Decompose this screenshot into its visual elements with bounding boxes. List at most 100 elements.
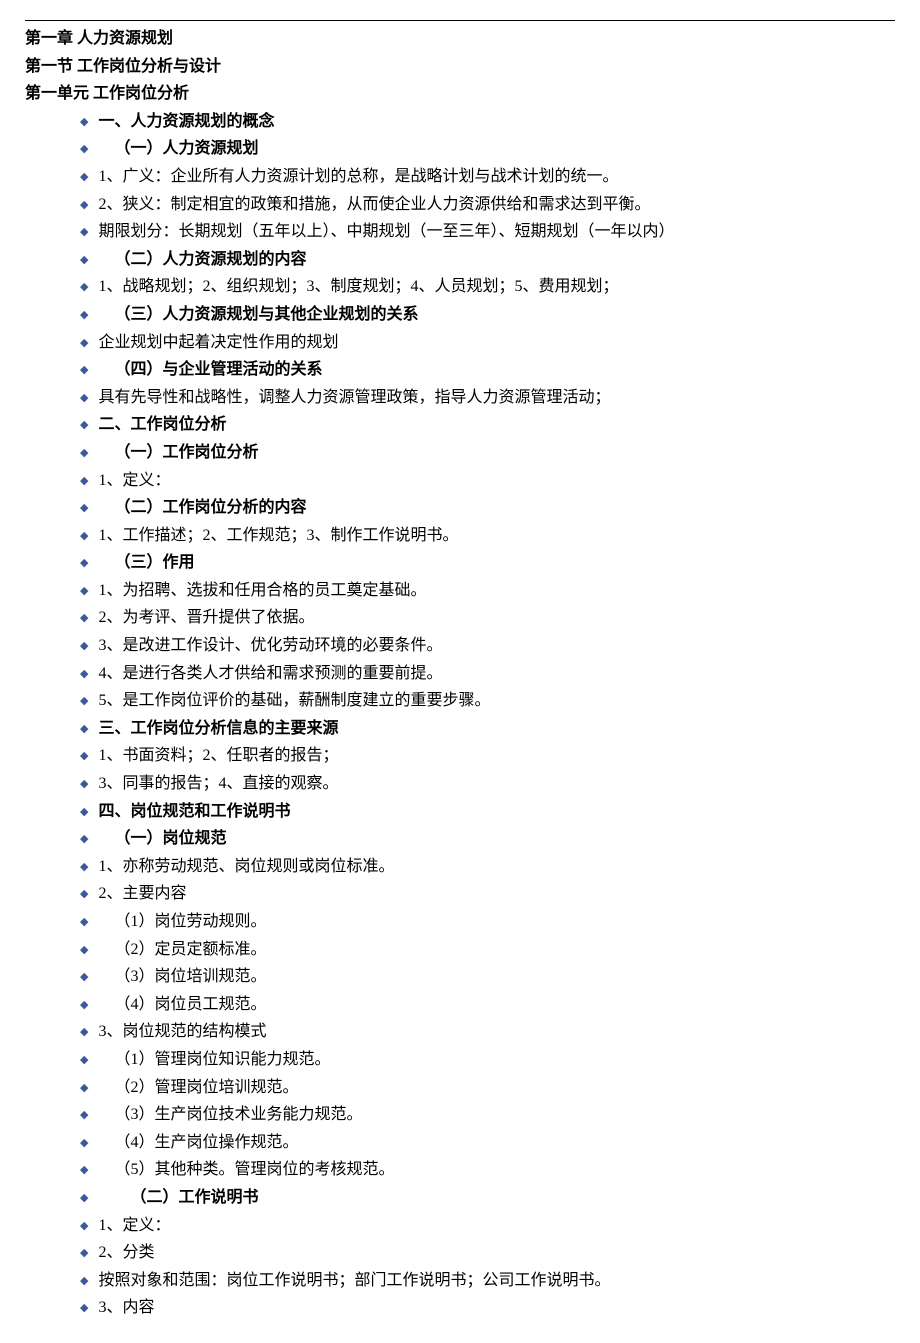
list-item: ◆ （一）岗位规范 bbox=[25, 826, 895, 852]
list-item: ◆ （三）人力资源规划与其他企业规划的关系 bbox=[25, 302, 895, 328]
list-item-text: 5、是工作岗位评价的基础，薪酬制度建立的重要步骤。 bbox=[98, 688, 895, 714]
list-item: ◆ （1）岗位劳动规则。 bbox=[25, 909, 895, 935]
diamond-bullet-icon: ◆ bbox=[80, 390, 88, 408]
diamond-bullet-icon: ◆ bbox=[80, 1135, 88, 1153]
list-item-text: 1、亦称劳动规范、岗位规则或岗位标准。 bbox=[98, 854, 895, 880]
list-item-text: （3）生产岗位技术业务能力规范。 bbox=[98, 1102, 895, 1128]
diamond-bullet-icon: ◆ bbox=[80, 528, 88, 546]
diamond-bullet-icon: ◆ bbox=[80, 1162, 88, 1180]
list-item-text: （一）人力资源规划 bbox=[98, 136, 895, 162]
list-item: ◆1、亦称劳动规范、岗位规则或岗位标准。 bbox=[25, 854, 895, 880]
diamond-bullet-icon: ◆ bbox=[80, 804, 88, 822]
chapter-heading: 第一章 人力资源规划 bbox=[25, 26, 895, 52]
list-item: ◆2、狭义：制定相宜的政策和措施，从而使企业人力资源供给和需求达到平衡。 bbox=[25, 192, 895, 218]
diamond-bullet-icon: ◆ bbox=[80, 748, 88, 766]
diamond-bullet-icon: ◆ bbox=[80, 473, 88, 491]
diamond-bullet-icon: ◆ bbox=[80, 638, 88, 656]
diamond-bullet-icon: ◆ bbox=[80, 1052, 88, 1070]
list-item-text: 一、人力资源规划的概念 bbox=[98, 109, 895, 135]
list-item-text: （三）人力资源规划与其他企业规划的关系 bbox=[98, 302, 895, 328]
list-item: ◆3、同事的报告；4、直接的观察。 bbox=[25, 771, 895, 797]
list-item: ◆ 3、岗位规范的结构模式 bbox=[25, 1019, 895, 1045]
list-item: ◆二、工作岗位分析 bbox=[25, 412, 895, 438]
list-item: ◆ 具有先导性和战略性，调整人力资源管理政策，指导人力资源管理活动； bbox=[25, 385, 895, 411]
list-item: ◆ （四）与企业管理活动的关系 bbox=[25, 357, 895, 383]
list-item-text: （一）工作岗位分析 bbox=[98, 440, 895, 466]
list-item: ◆ （5）其他种类。管理岗位的考核规范。 bbox=[25, 1157, 895, 1183]
list-item-text: 1、定义： bbox=[98, 468, 895, 494]
list-item: ◆ 2、主要内容 bbox=[25, 881, 895, 907]
diamond-bullet-icon: ◆ bbox=[80, 224, 88, 242]
list-item: ◆3、内容 bbox=[25, 1295, 895, 1321]
list-item: ◆三、工作岗位分析信息的主要来源 bbox=[25, 716, 895, 742]
list-item: ◆期限划分：长期规划（五年以上）、中期规划（一至三年）、短期规划（一年以内） bbox=[25, 219, 895, 245]
diamond-bullet-icon: ◆ bbox=[80, 1080, 88, 1098]
list-item-text: 2、主要内容 bbox=[98, 881, 895, 907]
list-item-text: （二）工作岗位分析的内容 bbox=[98, 495, 895, 521]
diamond-bullet-icon: ◆ bbox=[80, 693, 88, 711]
diamond-bullet-icon: ◆ bbox=[80, 307, 88, 325]
diamond-bullet-icon: ◆ bbox=[80, 141, 88, 159]
diamond-bullet-icon: ◆ bbox=[80, 1024, 88, 1042]
diamond-bullet-icon: ◆ bbox=[80, 914, 88, 932]
diamond-bullet-icon: ◆ bbox=[80, 1107, 88, 1125]
list-item: ◆ （一）工作岗位分析 bbox=[25, 440, 895, 466]
list-item: ◆1、工作描述；2、工作规范；3、制作工作说明书。 bbox=[25, 523, 895, 549]
diamond-bullet-icon: ◆ bbox=[80, 942, 88, 960]
diamond-bullet-icon: ◆ bbox=[80, 445, 88, 463]
list-item: ◆1、为招聘、选拔和任用合格的员工奠定基础。 bbox=[25, 578, 895, 604]
list-item-text: 二、工作岗位分析 bbox=[98, 412, 895, 438]
list-item: ◆ 2、分类 bbox=[25, 1240, 895, 1266]
list-item: ◆ （3）生产岗位技术业务能力规范。 bbox=[25, 1102, 895, 1128]
list-item: ◆ 1、战略规划；2、组织规划；3、制度规划；4、人员规划；5、费用规划； bbox=[25, 274, 895, 300]
list-item-text: （二）人力资源规划的内容 bbox=[98, 247, 895, 273]
diamond-bullet-icon: ◆ bbox=[80, 279, 88, 297]
diamond-bullet-icon: ◆ bbox=[80, 610, 88, 628]
list-item-text: （一）岗位规范 bbox=[98, 826, 895, 852]
diamond-bullet-icon: ◆ bbox=[80, 1245, 88, 1263]
list-item-text: 1、书面资料；2、任职者的报告； bbox=[98, 743, 895, 769]
list-item: ◆企业规划中起着决定性作用的规划 bbox=[25, 330, 895, 356]
list-item-text: （4）生产岗位操作规范。 bbox=[98, 1130, 895, 1156]
unit-heading: 第一单元 工作岗位分析 bbox=[25, 81, 895, 107]
list-item-text: 3、是改进工作设计、优化劳动环境的必要条件。 bbox=[98, 633, 895, 659]
content-list: ◆一、人力资源规划的概念◆ （一）人力资源规划◆1、广义：企业所有人力资源计划的… bbox=[25, 109, 895, 1321]
list-item: ◆ 5、是工作岗位评价的基础，薪酬制度建立的重要步骤。 bbox=[25, 688, 895, 714]
section-heading: 第一节 工作岗位分析与设计 bbox=[25, 54, 895, 80]
diamond-bullet-icon: ◆ bbox=[80, 114, 88, 132]
diamond-bullet-icon: ◆ bbox=[80, 776, 88, 794]
list-item: ◆ （一）人力资源规划 bbox=[25, 136, 895, 162]
list-item-text: （4）岗位员工规范。 bbox=[98, 992, 895, 1018]
list-item-text: 1、广义：企业所有人力资源计划的总称，是战略计划与战术计划的统一。 bbox=[98, 164, 895, 190]
list-item: ◆ （4）岗位员工规范。 bbox=[25, 992, 895, 1018]
list-item: ◆ 1、定义： bbox=[25, 1213, 895, 1239]
list-item: ◆ 一、人力资源规划的概念 bbox=[25, 109, 895, 135]
diamond-bullet-icon: ◆ bbox=[80, 362, 88, 380]
list-item-text: 4、是进行各类人才供给和需求预测的重要前提。 bbox=[98, 661, 895, 687]
diamond-bullet-icon: ◆ bbox=[80, 886, 88, 904]
diamond-bullet-icon: ◆ bbox=[80, 1273, 88, 1291]
list-item: ◆ （二）工作岗位分析的内容 bbox=[25, 495, 895, 521]
diamond-bullet-icon: ◆ bbox=[80, 335, 88, 353]
list-item-text: （三）作用 bbox=[98, 550, 895, 576]
list-item: ◆四、岗位规范和工作说明书 bbox=[25, 799, 895, 825]
list-item: ◆ 2、为考评、晋升提供了依据。 bbox=[25, 605, 895, 631]
diamond-bullet-icon: ◆ bbox=[80, 252, 88, 270]
list-item-text: 2、分类 bbox=[98, 1240, 895, 1266]
diamond-bullet-icon: ◆ bbox=[80, 555, 88, 573]
diamond-bullet-icon: ◆ bbox=[80, 1218, 88, 1236]
diamond-bullet-icon: ◆ bbox=[80, 721, 88, 739]
list-item: ◆ 1、定义： bbox=[25, 468, 895, 494]
list-item-text: （1）岗位劳动规则。 bbox=[98, 909, 895, 935]
list-item-text: 1、战略规划；2、组织规划；3、制度规划；4、人员规划；5、费用规划； bbox=[98, 274, 895, 300]
list-item-text: 1、定义： bbox=[98, 1213, 895, 1239]
list-item-text: 3、内容 bbox=[98, 1295, 895, 1321]
list-item-text: 2、狭义：制定相宜的政策和措施，从而使企业人力资源供给和需求达到平衡。 bbox=[98, 192, 895, 218]
list-item-text: 具有先导性和战略性，调整人力资源管理政策，指导人力资源管理活动； bbox=[98, 385, 895, 411]
list-item-text: 2、为考评、晋升提供了依据。 bbox=[98, 605, 895, 631]
list-item: ◆ 3、是改进工作设计、优化劳动环境的必要条件。 bbox=[25, 633, 895, 659]
list-item-text: 3、岗位规范的结构模式 bbox=[98, 1019, 895, 1045]
list-item: ◆ （1）管理岗位知识能力规范。 bbox=[25, 1047, 895, 1073]
list-item: ◆ （二）人力资源规划的内容 bbox=[25, 247, 895, 273]
diamond-bullet-icon: ◆ bbox=[80, 831, 88, 849]
